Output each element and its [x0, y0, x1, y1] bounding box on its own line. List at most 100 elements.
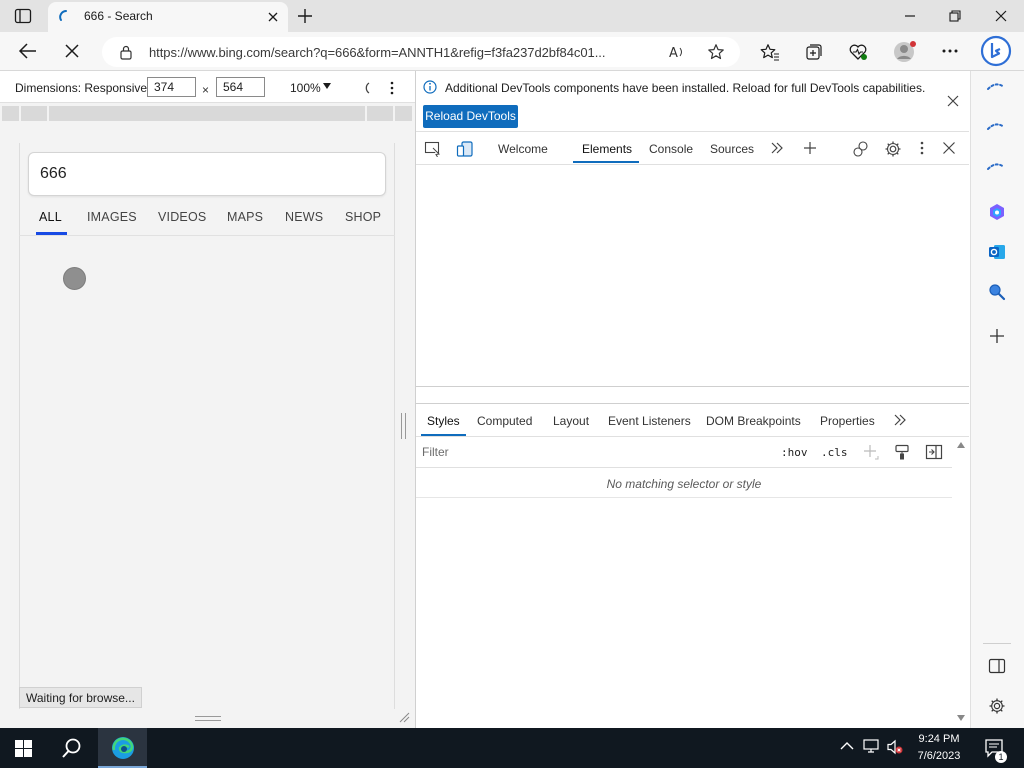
toggle-sidebar-icon[interactable]	[925, 444, 943, 460]
restore-icon[interactable]	[948, 9, 962, 23]
devtools-more-icon[interactable]	[918, 140, 926, 156]
profile-avatar[interactable]	[892, 40, 918, 64]
sidebar-loading-icon[interactable]	[986, 160, 1006, 172]
rotate-icon[interactable]	[360, 81, 372, 95]
microsoft365-icon[interactable]	[987, 202, 1007, 222]
tab-sources[interactable]: Sources	[710, 142, 754, 156]
more-tabs-chevron-icon[interactable]	[770, 142, 784, 154]
bing-copilot-icon[interactable]	[980, 34, 1012, 68]
tab-title: 666 - Search	[84, 9, 153, 23]
styles-filter-input[interactable]	[416, 440, 772, 464]
tab-welcome[interactable]: Welcome	[498, 142, 548, 156]
close-window-icon[interactable]	[994, 9, 1008, 23]
info-icon	[423, 80, 437, 94]
tab-console[interactable]: Console	[649, 142, 693, 156]
browser-essentials-icon[interactable]	[848, 42, 868, 62]
height-input[interactable]	[216, 77, 265, 97]
active-styles-tab-indicator	[421, 434, 466, 436]
hide-sidebar-icon[interactable]	[988, 658, 1006, 674]
tab-shop[interactable]: SHOP	[345, 210, 386, 224]
tab-actions-icon[interactable]	[14, 8, 32, 24]
lock-icon[interactable]	[119, 44, 133, 60]
taskbar-search-icon[interactable]	[61, 737, 83, 759]
scroll-down-icon[interactable]	[956, 714, 966, 722]
minimize-icon[interactable]	[903, 9, 917, 23]
sidebar-settings-icon[interactable]	[988, 697, 1006, 715]
close-devtools-icon[interactable]	[942, 141, 956, 155]
svg-text:A: A	[669, 46, 678, 60]
network-icon[interactable]	[862, 738, 880, 754]
sidebar-loading-icon[interactable]	[986, 120, 1006, 132]
cls-toggle[interactable]: .cls	[821, 446, 848, 459]
outlook-icon[interactable]	[987, 242, 1007, 262]
tab-dom-breakpoints[interactable]: DOM Breakpoints	[706, 414, 801, 428]
scroll-up-icon[interactable]	[956, 441, 966, 449]
device-viewport	[19, 143, 395, 709]
close-info-icon[interactable]	[946, 94, 960, 108]
favorite-star-icon[interactable]	[707, 43, 725, 61]
devtools-settings-icon[interactable]	[884, 140, 902, 158]
add-sidebar-app-icon[interactable]	[989, 328, 1005, 344]
favorites-icon[interactable]	[760, 43, 780, 61]
windows-start-icon[interactable]	[15, 740, 32, 757]
tab-elements[interactable]: Elements	[582, 142, 632, 156]
ruler-segment[interactable]	[395, 106, 412, 121]
tab-layout[interactable]: Layout	[553, 414, 589, 428]
elements-dom-tree[interactable]	[416, 166, 969, 386]
connection-icon[interactable]	[852, 140, 870, 158]
tab-styles[interactable]: Styles	[427, 414, 460, 428]
tab-all[interactable]: ALL	[39, 210, 62, 224]
read-aloud-icon[interactable]: A	[668, 44, 686, 60]
dimensions-label[interactable]: Dimensions: Responsive	[15, 81, 147, 95]
zoom-dropdown-icon[interactable]	[322, 82, 332, 90]
url-text: https://www.bing.com/search?q=666&form=A…	[149, 45, 606, 60]
dimension-separator-icon: ×	[202, 83, 210, 97]
search-box[interactable]: 666	[28, 152, 386, 196]
stop-loading-icon[interactable]	[64, 43, 80, 59]
device-emulation-icon[interactable]	[456, 140, 474, 158]
zoom-select[interactable]: 100%	[290, 81, 321, 95]
tab-maps[interactable]: MAPS	[227, 210, 263, 224]
address-bar[interactable]: https://www.bing.com/search?q=666&form=A…	[102, 37, 740, 67]
more-styles-tabs-chevron-icon[interactable]	[893, 414, 907, 426]
tab-event-listeners[interactable]: Event Listeners	[608, 414, 691, 428]
collections-icon[interactable]	[804, 42, 824, 62]
clock-date[interactable]: 7/6/2023	[906, 750, 972, 762]
ruler-segment[interactable]	[2, 106, 19, 121]
device-more-icon[interactable]	[388, 80, 396, 96]
browser-tab[interactable]: 666 - Search	[48, 2, 288, 32]
hov-toggle[interactable]: :hov	[781, 446, 808, 459]
back-icon[interactable]	[18, 42, 38, 60]
add-tab-icon[interactable]	[803, 141, 817, 155]
clock-time[interactable]: 9:24 PM	[906, 733, 972, 745]
tab-properties[interactable]: Properties	[820, 414, 875, 428]
split-resize-handle[interactable]	[401, 413, 406, 439]
new-tab-icon[interactable]	[296, 7, 314, 25]
corner-resize-icon[interactable]	[398, 711, 410, 723]
width-input[interactable]	[147, 77, 196, 97]
search-icon[interactable]	[987, 282, 1007, 302]
settings-more-icon[interactable]	[940, 42, 960, 60]
tab-news[interactable]: NEWS	[285, 210, 323, 224]
reload-devtools-button[interactable]: Reload DevTools	[423, 105, 518, 128]
styles-divider	[416, 497, 952, 498]
tab-close-icon[interactable]	[266, 10, 280, 24]
tab-images[interactable]: IMAGES	[87, 210, 137, 224]
ruler-segment[interactable]	[367, 106, 393, 121]
ruler-segment[interactable]	[21, 106, 47, 121]
viewport-resize-handle[interactable]	[195, 716, 221, 721]
no-matching-style-text: No matching selector or style	[606, 477, 762, 491]
inspect-element-icon[interactable]	[424, 141, 442, 157]
tray-overflow-chevron-icon[interactable]	[840, 741, 854, 751]
tab-computed[interactable]: Computed	[477, 414, 532, 428]
paint-brush-icon[interactable]	[894, 444, 910, 460]
sidebar-loading-icon[interactable]	[986, 80, 1006, 92]
volume-muted-icon[interactable]	[886, 739, 904, 755]
new-style-rule-icon[interactable]	[863, 444, 879, 460]
loading-dot	[63, 267, 86, 290]
edge-browser-icon[interactable]	[110, 735, 136, 761]
tab-videos[interactable]: VIDEOS	[158, 210, 206, 224]
styles-scrollbar[interactable]	[953, 437, 969, 728]
panel-divider	[416, 386, 969, 387]
ruler-segment[interactable]	[49, 106, 365, 121]
